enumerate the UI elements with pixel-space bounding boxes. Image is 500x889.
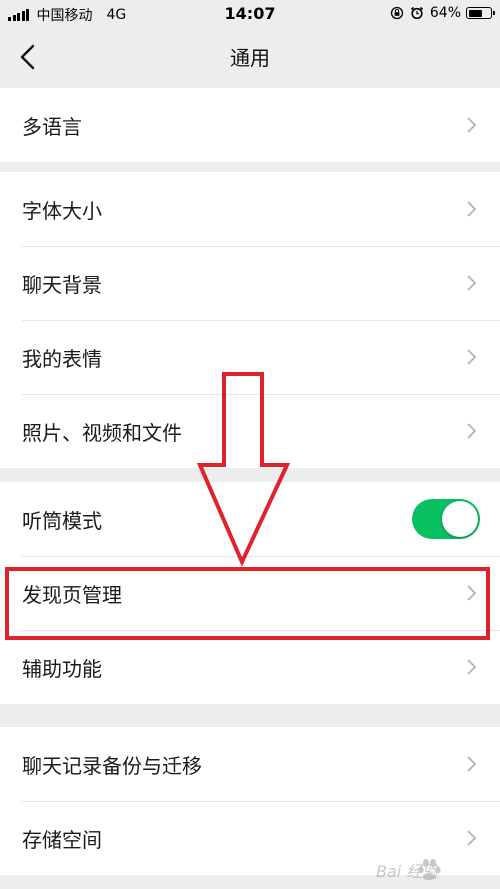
chevron-right-icon	[467, 201, 477, 217]
chevron-right-icon	[467, 659, 477, 675]
chevron-right-icon	[467, 585, 477, 601]
status-bar: 中国移动 4G 14:07 64%	[0, 0, 500, 28]
status-right: 64%	[390, 5, 495, 21]
row-discover-management[interactable]: 发现页管理	[0, 556, 500, 630]
chevron-right-icon	[467, 117, 477, 133]
settings-group-features: 听筒模式 发现页管理 辅助功能	[0, 482, 500, 704]
toggle-knob	[442, 501, 478, 537]
wechat-general-settings-screen: 中国移动 4G 14:07 64% 通用 多语言 字体大小 聊天背景 我的表情 …	[0, 0, 500, 889]
navigation-bar: 通用	[0, 28, 500, 86]
alarm-clock-icon	[410, 6, 423, 20]
row-earpiece-mode: 听筒模式	[0, 482, 500, 556]
chevron-right-icon	[467, 756, 477, 772]
earpiece-mode-toggle[interactable]	[412, 499, 480, 539]
row-label: 字体大小	[22, 198, 102, 223]
page-title: 通用	[230, 46, 270, 70]
row-label: 听筒模式	[22, 508, 102, 533]
row-multi-language[interactable]: 多语言	[0, 88, 500, 162]
chevron-right-icon	[467, 830, 477, 846]
settings-group-display: 字体大小 聊天背景 我的表情 照片、视频和文件	[0, 172, 500, 468]
row-accessibility[interactable]: 辅助功能	[0, 630, 500, 704]
settings-group-storage: 聊天记录备份与迁移 存储空间	[0, 727, 500, 875]
row-label: 存储空间	[22, 827, 102, 852]
row-my-stickers[interactable]: 我的表情	[0, 320, 500, 394]
row-label: 多语言	[22, 114, 82, 139]
row-label: 聊天背景	[22, 272, 102, 297]
battery-percent: 64%	[429, 5, 461, 21]
rotation-lock-icon	[390, 6, 404, 20]
row-label: 我的表情	[22, 346, 102, 371]
watermark-text: Bai 经验	[376, 862, 440, 881]
row-font-size[interactable]: 字体大小	[0, 172, 500, 246]
chevron-right-icon	[467, 275, 477, 291]
chevron-right-icon	[467, 349, 477, 365]
chevron-right-icon	[467, 423, 477, 439]
settings-group-language: 多语言	[0, 88, 500, 162]
row-label: 辅助功能	[22, 656, 102, 681]
battery-icon	[466, 7, 495, 19]
battery-level-fill	[468, 9, 482, 17]
row-label: 照片、视频和文件	[22, 420, 182, 445]
row-label: 聊天记录备份与迁移	[22, 753, 202, 778]
row-chat-background[interactable]: 聊天背景	[0, 246, 500, 320]
row-label: 发现页管理	[22, 582, 122, 607]
row-chat-backup-migration[interactable]: 聊天记录备份与迁移	[0, 727, 500, 801]
row-photos-videos-files[interactable]: 照片、视频和文件	[0, 394, 500, 468]
baidu-jingyan-watermark: Bai 经验	[376, 859, 441, 881]
